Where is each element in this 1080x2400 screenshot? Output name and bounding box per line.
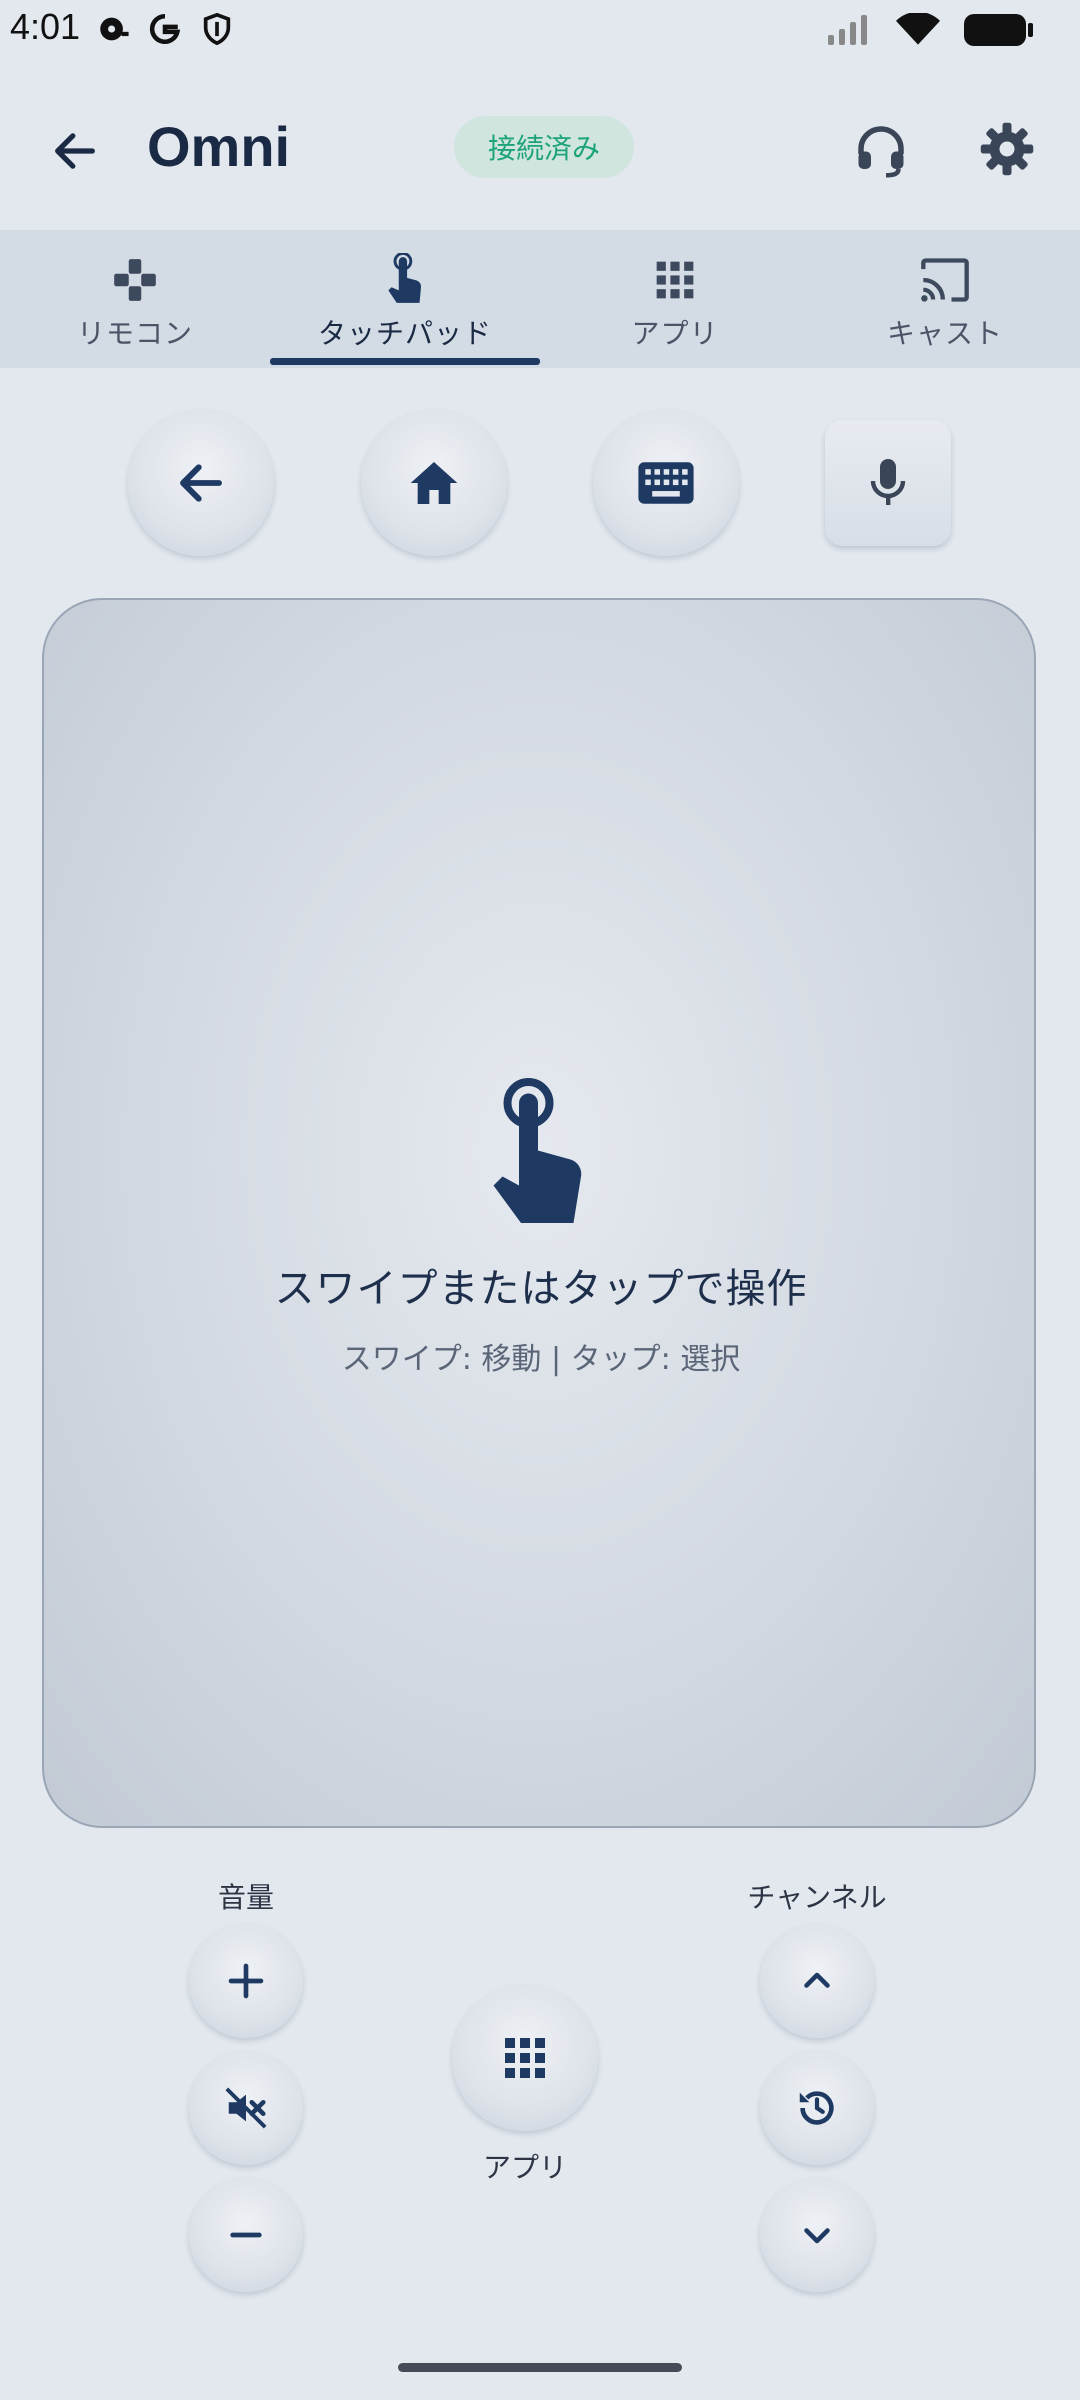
- channel-down-button[interactable]: [760, 2178, 874, 2292]
- support-button[interactable]: [846, 114, 916, 184]
- mic-icon: [870, 459, 906, 505]
- apps-button[interactable]: [452, 1985, 598, 2131]
- volume-up-button[interactable]: [189, 1924, 303, 2038]
- touchpad-title: スワイプまたはタップで操作: [274, 1266, 808, 1312]
- active-tab-indicator: [270, 358, 540, 365]
- tab-bar: リモコン タッチパッド アプリ キャスト: [0, 230, 1080, 368]
- app-title: Omni: [147, 115, 291, 178]
- apps-label: アプリ: [482, 2151, 567, 2184]
- cast-icon: [919, 252, 971, 308]
- connection-status-badge: 接続済み: [454, 116, 634, 178]
- gear-icon: [980, 122, 1034, 176]
- gesture-home-indicator[interactable]: [398, 2363, 682, 2372]
- google-icon: [148, 12, 182, 50]
- tab-label: タッチパッド: [317, 317, 492, 350]
- settings-button[interactable]: [972, 114, 1042, 184]
- arrow-left-icon: [180, 464, 222, 502]
- home-button[interactable]: [361, 410, 507, 556]
- volume-label: 音量: [217, 1881, 274, 1914]
- volume-down-button[interactable]: [189, 2178, 303, 2292]
- touchpad-hint: スワイプ: 移動 | タップ: 選択: [341, 1342, 741, 1377]
- nav-back-button[interactable]: [128, 410, 274, 556]
- status-icons-left: [96, 12, 234, 50]
- tab-apps[interactable]: アプリ: [540, 230, 810, 368]
- mute-button[interactable]: [189, 2051, 303, 2165]
- tab-cast[interactable]: キャスト: [810, 230, 1080, 368]
- battery-icon: [962, 12, 1034, 52]
- media-icon: [96, 12, 130, 50]
- status-icons-right: [826, 11, 1034, 52]
- tab-label: リモコン: [76, 317, 193, 350]
- tab-label: キャスト: [886, 317, 1003, 350]
- touchpad-area[interactable]: スワイプまたはタップで操作 スワイプ: 移動 | タップ: 選択: [42, 598, 1036, 1828]
- gamepad-icon: [110, 252, 160, 308]
- shield-icon: [200, 12, 234, 50]
- home-icon: [410, 462, 458, 504]
- keyboard-button[interactable]: [593, 410, 739, 556]
- channel-label: チャンネル: [747, 1881, 887, 1914]
- headset-icon: [858, 126, 904, 178]
- tab-remote[interactable]: リモコン: [0, 230, 270, 368]
- signal-icon: [826, 13, 874, 51]
- wifi-icon: [896, 11, 940, 51]
- back-button[interactable]: [40, 116, 110, 186]
- touch-icon: [380, 252, 430, 308]
- history-icon: [799, 2091, 834, 2125]
- minus-icon: [230, 2232, 262, 2238]
- tab-label: アプリ: [631, 317, 719, 350]
- arrow-left-icon: [55, 133, 95, 169]
- status-time: 4:01: [10, 6, 81, 47]
- voice-search-button[interactable]: [825, 420, 951, 546]
- apps-grid-icon: [505, 2038, 545, 2078]
- app-bar: Omni 接続済み: [0, 62, 1080, 230]
- tab-touchpad[interactable]: タッチパッド: [270, 230, 540, 368]
- channel-history-button[interactable]: [760, 2051, 874, 2165]
- plus-icon: [228, 1963, 264, 1999]
- chevron-up-icon: [804, 1972, 830, 1988]
- channel-up-button[interactable]: [760, 1924, 874, 2038]
- touch-gesture-icon: [44, 1078, 1038, 1228]
- status-bar: 4:01: [0, 0, 1080, 62]
- volume-mute-icon: [225, 2087, 267, 2129]
- chevron-down-icon: [804, 2228, 830, 2244]
- apps-grid-icon: [653, 252, 697, 308]
- keyboard-icon: [638, 462, 694, 504]
